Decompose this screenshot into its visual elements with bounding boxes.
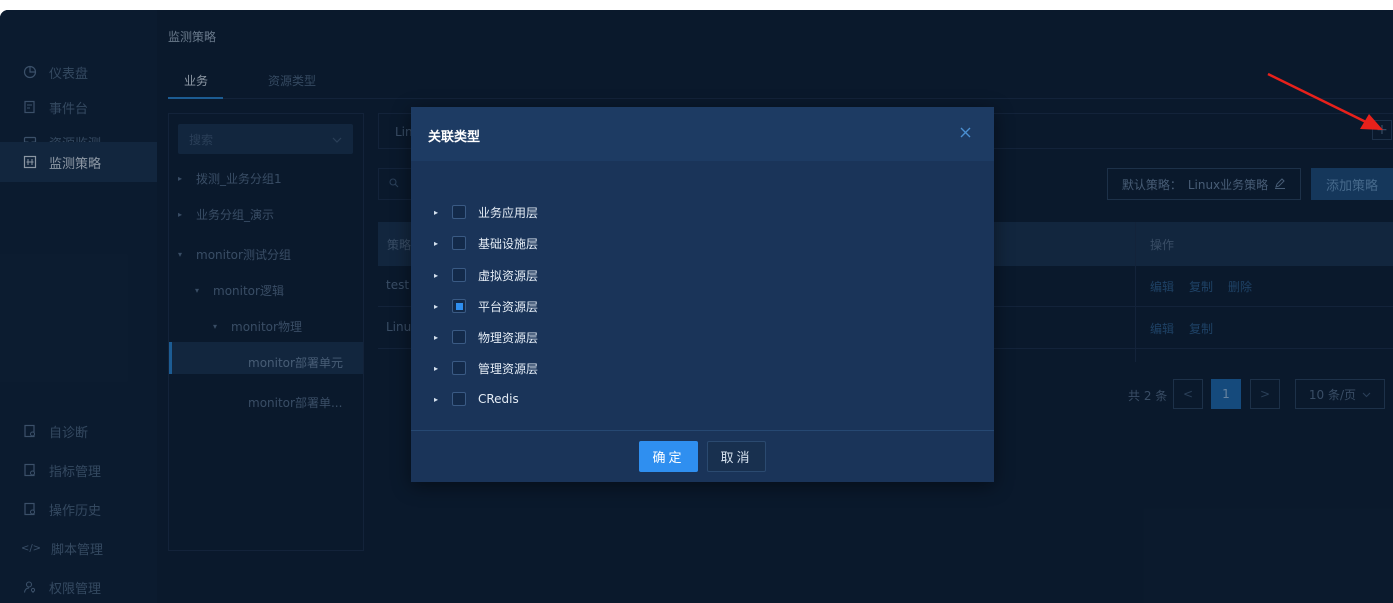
caret-right-icon[interactable]: ▸ xyxy=(434,302,440,311)
checkbox[interactable] xyxy=(452,205,466,219)
caret-right-icon[interactable]: ▸ xyxy=(434,333,440,342)
caret-right-icon[interactable]: ▸ xyxy=(434,364,440,373)
checkbox[interactable] xyxy=(452,268,466,282)
type-option[interactable]: ▸ 管理资源层 xyxy=(434,357,538,379)
caret-right-icon[interactable]: ▸ xyxy=(434,395,440,404)
cancel-button[interactable]: 取消 xyxy=(707,441,766,472)
type-option-label: 基础设施层 xyxy=(478,236,539,251)
dialog-footer xyxy=(411,430,994,483)
type-option-label: 虚拟资源层 xyxy=(478,268,539,283)
checkbox-checked[interactable] xyxy=(452,299,466,313)
app-window: 仪表盘 事件台 资源监测 监测策略 自诊断 xyxy=(0,10,1393,603)
confirm-button[interactable]: 确定 xyxy=(639,441,698,472)
annotation-arrow-icon xyxy=(1267,72,1383,130)
caret-right-icon[interactable]: ▸ xyxy=(434,239,440,248)
type-option[interactable]: ▸ 虚拟资源层 xyxy=(434,264,538,286)
type-option[interactable]: ▸ 基础设施层 xyxy=(434,232,538,254)
checkbox[interactable] xyxy=(452,392,466,406)
type-option-label: 业务应用层 xyxy=(478,205,539,220)
type-option-label: 物理资源层 xyxy=(478,330,539,345)
type-option[interactable]: ▸ 物理资源层 xyxy=(434,326,538,348)
dialog-header: 关联类型 xyxy=(411,107,994,161)
type-option-label: 平台资源层 xyxy=(478,299,539,314)
checkbox[interactable] xyxy=(452,330,466,344)
caret-right-icon[interactable]: ▸ xyxy=(434,208,440,217)
type-option-label: CRedis xyxy=(478,392,519,406)
checkbox[interactable] xyxy=(452,236,466,250)
type-option[interactable]: ▸ 业务应用层 xyxy=(434,201,538,223)
dialog-title: 关联类型 xyxy=(428,130,481,145)
close-icon[interactable] xyxy=(960,124,971,142)
type-option[interactable]: ▸ CRedis xyxy=(434,388,519,410)
checkbox[interactable] xyxy=(452,361,466,375)
type-option-label: 管理资源层 xyxy=(478,361,539,376)
caret-right-icon[interactable]: ▸ xyxy=(434,271,440,280)
type-option[interactable]: ▸ 平台资源层 xyxy=(434,295,538,317)
associate-type-dialog: 关联类型 ▸ 业务应用层 ▸ 基础设施层 ▸ 虚拟资源层 ▸ 平台资源层 ▸ 物… xyxy=(411,107,994,482)
